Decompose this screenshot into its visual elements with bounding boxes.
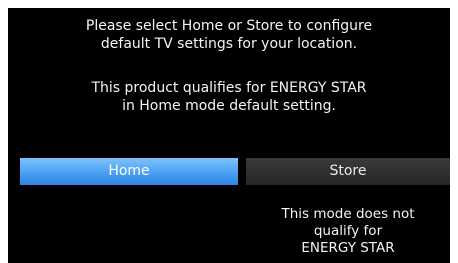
home-mode-button[interactable]: Home [20, 158, 238, 185]
energy-star-info-text: This product qualifies for ENERGY STAR i… [91, 80, 367, 114]
store-mode-button[interactable]: Store [246, 158, 450, 185]
instruction-text: Please select Home or Store to configure… [85, 18, 373, 52]
store-mode-note: This mode does not qualify for ENERGY ST… [281, 206, 415, 256]
tv-setup-screen: Please select Home or Store to configure… [8, 8, 450, 263]
